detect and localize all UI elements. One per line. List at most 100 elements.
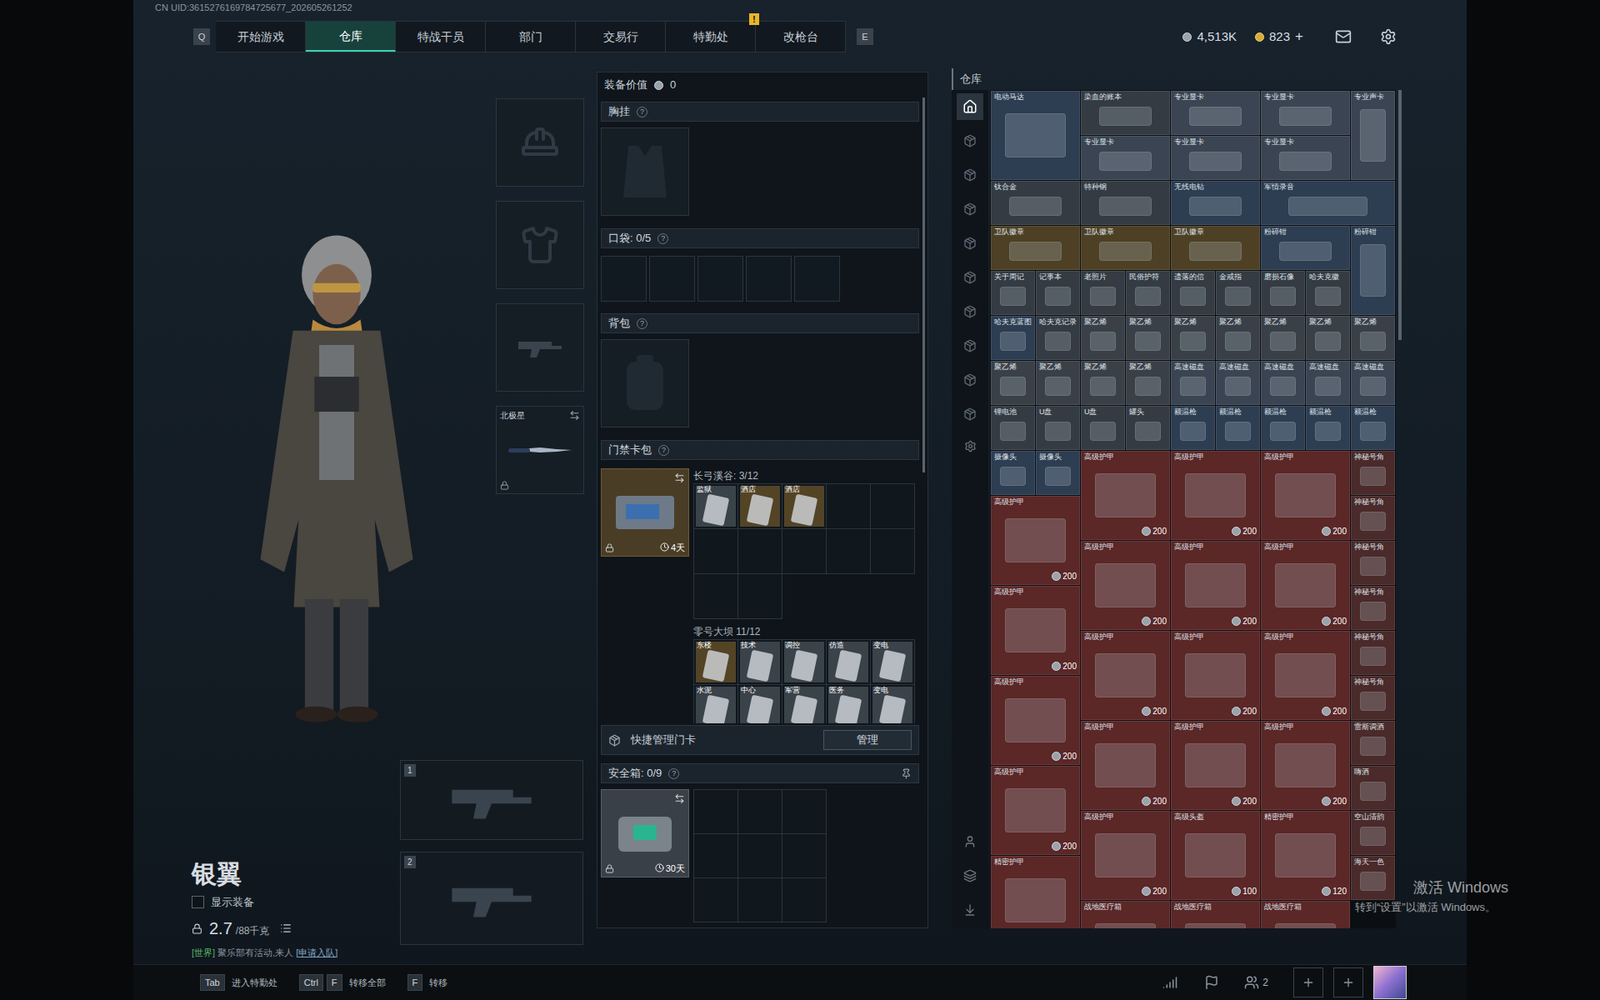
gear-icon[interactable] [1380,28,1397,45]
stash-item[interactable]: 卫队徽章 [990,225,1080,270]
safe-box-cell[interactable] [782,878,827,923]
keycard[interactable]: 东楼 [694,640,739,685]
stash-item[interactable]: 锂电池 [990,405,1035,450]
nav-tab[interactable]: 特勤处 [665,21,756,52]
stash-item[interactable]: 老照片 [1080,270,1125,315]
armor-slot[interactable] [495,200,585,290]
keycard[interactable]: 仿造 [826,640,871,685]
stash-item[interactable]: 专业显卡 [1170,90,1260,135]
key-hint[interactable]: CtrlF转移全部 [299,974,386,992]
mail-icon[interactable] [1335,28,1352,45]
stash-item[interactable]: 神秘号角 [1350,630,1395,675]
stash-category[interactable] [956,400,984,428]
nav-tab[interactable]: 仓库 [305,21,396,52]
keycard-empty-cell[interactable] [870,484,915,530]
stash-category[interactable] [956,332,984,360]
stash-item[interactable]: 神秘号角 [1350,450,1395,495]
safe-box-item[interactable]: 30天 [600,789,690,878]
stash-item[interactable]: 遗落的信 [1170,270,1215,315]
nav-tab[interactable]: 改枪台! [755,21,846,52]
keycard-empty-cell[interactable] [826,484,871,530]
add-currency-button[interactable]: + [1295,25,1304,48]
keycard-empty-cell[interactable] [870,529,915,575]
stash-category[interactable] [956,230,984,257]
stash-item[interactable]: 军情录音 [1260,180,1395,225]
keycard[interactable]: 变电 [870,685,915,724]
keycard[interactable]: 技术 [738,640,783,685]
stash-item[interactable]: 战地医疗箱 [1260,900,1350,929]
stash-item[interactable]: 高级护甲200 [1260,540,1350,630]
nav-key[interactable]: E [856,28,874,45]
stash-item[interactable]: 染血的账本 [1080,90,1170,135]
stash-item[interactable]: 聚乙烯 [1080,315,1125,360]
stash-item[interactable]: 聚乙烯 [990,360,1035,405]
stash-item[interactable]: 额温枪 [1170,405,1215,450]
invite-slot[interactable] [1293,967,1324,998]
help-mark[interactable]: ? [668,768,680,780]
pocket-slot[interactable] [697,255,744,302]
keycard-empty-cell[interactable] [738,529,783,575]
nav-tab[interactable]: 部门 [485,21,576,52]
stash-item[interactable]: 空山清韵 [1350,810,1395,855]
help-mark[interactable]: ? [636,106,648,118]
keycard[interactable]: 酒店 [738,484,783,530]
stash-item[interactable]: 高级护甲200 [1260,630,1350,720]
safe-box-cell[interactable] [738,878,783,923]
keycard[interactable]: 监狱 [694,484,739,530]
stash-item[interactable]: 粉碎钳 [1260,225,1350,270]
keycard[interactable]: 水泥 [694,685,739,724]
stash-item[interactable]: 额温枪 [1215,405,1260,450]
help-mark[interactable]: ? [658,445,670,456]
show-equipment-checkbox[interactable]: 显示装备 [191,894,400,911]
stash-item[interactable]: 神秘号角 [1350,540,1395,585]
pocket-slot[interactable] [794,255,840,302]
stash-item[interactable]: 民俗护符 [1125,270,1170,315]
gear-icon[interactable] [964,440,977,453]
stash-item[interactable]: 摄像头 [990,450,1035,495]
checkbox-box[interactable] [191,895,205,909]
stash-scrollbar[interactable] [1398,90,1402,340]
stash-item[interactable]: 高级护甲200 [990,495,1080,585]
keycard[interactable]: 酒店 [782,484,827,530]
stash-item[interactable]: 聚乙烯 [1125,315,1170,360]
stash-item[interactable]: 高速磁盘 [1305,360,1350,405]
stash-item[interactable]: 高速磁盘 [1215,360,1260,405]
sort-icon[interactable] [963,903,977,917]
stash-item[interactable]: 粉碎钳 [1350,225,1395,315]
stash-item[interactable]: 罐头 [1125,405,1170,450]
stash-item[interactable]: 聚乙烯 [1125,360,1170,405]
stash-item[interactable]: 哈夫克记录 [1035,315,1080,360]
stash-item[interactable]: 高级护甲200 [1260,720,1350,810]
stash-category[interactable] [956,298,984,325]
weapon-slot[interactable]: 2 [400,851,584,945]
stash-item[interactable]: 金戒指 [1215,270,1260,315]
nav-tab[interactable]: 交易行 [575,21,666,52]
stash-category[interactable] [956,264,984,291]
stash-item[interactable]: 聚乙烯 [1215,315,1260,360]
swap-icon[interactable] [674,472,685,484]
stash-item[interactable]: 电动马达 [990,90,1080,180]
user-icon[interactable] [963,835,977,849]
stash-item[interactable]: 高速磁盘 [1350,360,1395,405]
stash-item[interactable]: 额温枪 [1260,405,1305,450]
stash-item[interactable]: 聚乙烯 [1170,315,1215,360]
stash-item[interactable]: 磨损石像 [1260,270,1305,315]
pin-icon[interactable] [900,768,912,780]
stash-item[interactable]: 哈夫克徽 [1305,270,1350,315]
stats-icon[interactable] [1162,975,1178,990]
nav-tab[interactable]: 开始游戏 [215,21,306,52]
stash-item[interactable]: 卫队徽章 [1080,225,1170,270]
stash-item[interactable]: 钛合金 [990,180,1080,225]
keycard[interactable]: 调控 [782,640,827,685]
keycard[interactable]: 变电 [870,640,915,685]
stash-item[interactable]: 战地医疗箱 [1170,900,1260,929]
stash-category[interactable] [956,366,984,394]
weapon-slot[interactable]: 1 [400,760,584,840]
stash-item[interactable]: 精密护甲120 [1260,810,1350,900]
stash-item[interactable]: 神秘号角 [1350,675,1395,720]
stash-item[interactable]: 神秘号角 [1350,585,1395,630]
list-icon[interactable] [280,922,292,935]
stash-item[interactable]: 专业声卡 [1350,90,1395,180]
stash-item[interactable]: 高速磁盘 [1260,360,1305,405]
stash-item[interactable]: 高级护甲200 [990,675,1080,765]
